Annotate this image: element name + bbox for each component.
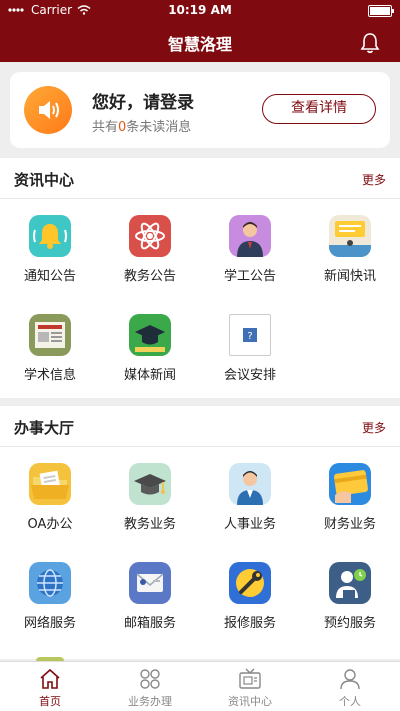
mail-icon — [129, 562, 171, 604]
unread-prefix: 共有 — [92, 120, 119, 135]
news-item-student-affairs[interactable]: 学工公告 — [200, 199, 300, 298]
news-more-link[interactable]: 更多 — [362, 171, 386, 188]
tab-label: 资讯中心 — [228, 695, 272, 708]
bell-icon[interactable] — [360, 32, 380, 58]
wrench-icon — [229, 562, 271, 604]
battery-icon — [368, 5, 394, 17]
speaker-icon — [24, 86, 72, 134]
services-section-header: 办事大厅 更多 — [0, 406, 400, 447]
mortarboard-icon — [129, 463, 171, 505]
svg-text:?: ? — [247, 331, 252, 342]
news-item-label: 媒体新闻 — [123, 368, 176, 383]
service-item-repair[interactable]: 报修服务 — [200, 546, 300, 645]
login-card[interactable]: 您好，请登录 共有0条未读消息 查看详情 — [10, 72, 390, 148]
news-item-academic-info[interactable]: 学术信息 — [0, 298, 100, 397]
news-section: 资讯中心 更多 通知公告 教务公告 学工公告 新闻快讯 学术信息 媒体新闻 ? — [0, 158, 400, 398]
tab-news-center[interactable]: 资讯中心 — [200, 662, 300, 711]
tab-label: 个人 — [339, 695, 361, 708]
news-grid: 通知公告 教务公告 学工公告 新闻快讯 学术信息 媒体新闻 ? 会议安排 — [0, 199, 400, 397]
service-item-mail[interactable]: 邮箱服务 — [100, 546, 200, 645]
news-item-notice[interactable]: 通知公告 — [0, 199, 100, 298]
tab-business[interactable]: 业务办理 — [100, 662, 200, 711]
newspaper-icon — [29, 314, 71, 356]
service-item-hr[interactable]: 人事业务 — [200, 447, 300, 546]
status-bar: Carrier 10:19 AM — [0, 0, 400, 20]
unread-message-count: 共有0条未读消息 — [92, 116, 191, 135]
tab-profile[interactable]: 个人 — [300, 662, 400, 711]
broken-image-icon: ? — [229, 314, 271, 356]
top-bar: Carrier 10:19 AM 智慧洛理 — [0, 0, 400, 62]
news-item-meeting[interactable]: ? 会议安排 — [200, 298, 300, 397]
services-more-link[interactable]: 更多 — [362, 419, 386, 436]
tv-icon — [238, 667, 262, 695]
service-item-label: 报修服务 — [223, 616, 276, 631]
service-item-label: 人事业务 — [223, 517, 276, 532]
globe-icon — [29, 562, 71, 604]
news-desk-icon — [329, 215, 371, 257]
service-item-network[interactable]: 网络服务 — [0, 546, 100, 645]
tab-label: 业务办理 — [128, 695, 172, 708]
news-section-header: 资讯中心 更多 — [0, 158, 400, 199]
service-item-label: 网络服务 — [23, 616, 76, 631]
atom-icon — [129, 215, 171, 257]
news-item-academic-notice[interactable]: 教务公告 — [100, 199, 200, 298]
appointment-icon — [329, 562, 371, 604]
tab-home[interactable]: 首页 — [0, 662, 100, 711]
service-item-label: OA办公 — [27, 517, 73, 532]
service-item-label: 教务业务 — [123, 517, 176, 532]
unread-suffix: 条未读消息 — [126, 120, 192, 135]
staff-icon — [229, 463, 271, 505]
tab-bar: 首页 业务办理 资讯中心 个人 — [0, 661, 400, 711]
service-item-oa[interactable]: OA办公 — [0, 447, 100, 546]
person-icon — [229, 215, 271, 257]
service-item-appointment[interactable]: 预约服务 — [300, 546, 400, 645]
service-item-finance[interactable]: 财务业务 — [300, 447, 400, 546]
user-icon — [338, 667, 362, 695]
news-item-news-flash[interactable]: 新闻快讯 — [300, 199, 400, 298]
status-time: 10:19 AM — [168, 3, 232, 17]
page-title: 智慧洛理 — [167, 35, 232, 54]
graduation-cap-icon — [129, 314, 171, 356]
news-item-label: 学术信息 — [23, 368, 76, 383]
service-item-label: 预约服务 — [323, 616, 376, 631]
service-item-academic[interactable]: 教务业务 — [100, 447, 200, 546]
credit-card-icon — [329, 463, 371, 505]
tab-label: 首页 — [39, 695, 61, 708]
news-section-title: 资讯中心 — [14, 171, 75, 189]
news-item-label: 会议安排 — [223, 368, 276, 383]
folder-icon — [29, 463, 71, 505]
news-item-media[interactable]: 媒体新闻 — [100, 298, 200, 397]
bell-notice-icon — [29, 215, 71, 257]
news-item-label: 教务公告 — [123, 269, 176, 284]
service-item-label: 财务业务 — [323, 517, 376, 532]
news-item-label: 新闻快讯 — [323, 269, 376, 284]
login-greeting[interactable]: 您好，请登录 — [92, 88, 194, 113]
news-item-label: 学工公告 — [223, 269, 276, 284]
grid-icon — [138, 667, 162, 695]
home-icon — [38, 667, 62, 695]
service-item-label: 邮箱服务 — [123, 616, 176, 631]
services-grid: OA办公 教务业务 人事业务 财务业务 网络服务 邮箱服务 报修服务 预约服务 — [0, 447, 400, 645]
view-details-button[interactable]: 查看详情 — [262, 94, 376, 124]
services-section: 办事大厅 更多 OA办公 教务业务 人事业务 财务业务 网络服务 邮箱服务 报修… — [0, 406, 400, 659]
services-section-title: 办事大厅 — [14, 419, 75, 437]
news-item-label: 通知公告 — [23, 269, 76, 284]
